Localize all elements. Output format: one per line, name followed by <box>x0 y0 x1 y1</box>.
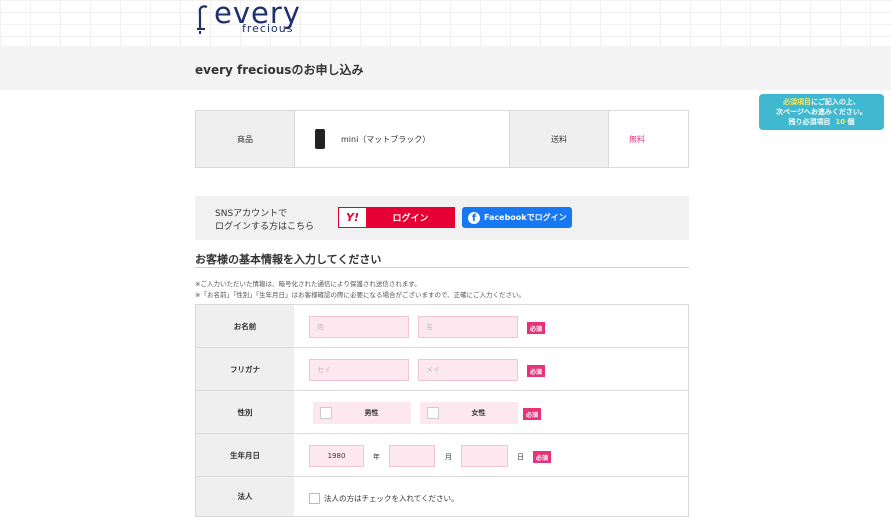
product-summary-table: 商品 mini（マットブラック） 送料 無料 <box>195 110 689 168</box>
month-unit: 月 <box>445 453 452 461</box>
required-badge: 必須 <box>527 322 546 334</box>
basic-info-form: お名前 姓 名 必須 フリガナ セイ メイ 必須 性別 男性 女性 必須 生年月… <box>195 304 689 517</box>
required-fields-notice: 必須項目にご記入の上、 次ページへお進みください。 残り必須項目 10 個 <box>759 94 884 130</box>
sns-login-box: SNSアカウントで ログインする方はこちら Y! ログイン f Facebook… <box>195 196 689 240</box>
notice-remaining-label: 残り必須項目 <box>788 118 831 126</box>
section-divider <box>195 267 689 268</box>
yahoo-login-button[interactable]: Y! ログイン <box>338 207 455 228</box>
brand-subname: frecious <box>242 22 294 35</box>
name-label: お名前 <box>196 305 294 347</box>
male-checkbox[interactable] <box>320 407 332 419</box>
product-header: 商品 <box>196 111 295 167</box>
product-thumbnail <box>315 129 325 149</box>
birth-month-select[interactable] <box>389 445 435 467</box>
female-label: 女性 <box>471 409 486 417</box>
gender-label: 性別 <box>196 391 294 433</box>
male-label: 男性 <box>364 409 379 417</box>
first-name-input[interactable]: 名 <box>418 316 518 338</box>
birth-day-select[interactable] <box>461 445 508 467</box>
gender-row: 性別 男性 女性 必須 <box>196 391 688 434</box>
last-name-input[interactable]: 姓 <box>309 316 409 338</box>
sns-login-text: SNSアカウントで ログインする方はこちら <box>215 209 315 232</box>
title-band <box>0 46 891 90</box>
site-header: every frecious <box>0 0 891 46</box>
birth-year-select[interactable]: 1980 <box>309 445 364 467</box>
birthday-label: 生年月日 <box>196 434 294 476</box>
kana-row: フリガナ セイ メイ 必須 <box>196 348 688 391</box>
gender-male-option[interactable]: 男性 <box>313 402 411 424</box>
notice-count-unit: 個 <box>847 118 855 126</box>
product-name: mini（マットブラック） <box>341 134 431 144</box>
product-cell: mini（マットブラック） <box>295 111 510 167</box>
last-name-kana-input[interactable]: セイ <box>309 359 409 381</box>
name-row: お名前 姓 名 必須 <box>196 305 688 348</box>
yahoo-logo-icon: Y! <box>339 208 366 227</box>
corporate-checkbox-label: 法人の方はチェックを入れてください。 <box>324 494 459 503</box>
facebook-icon: f <box>468 211 480 224</box>
corporate-row: 法人 法人の方はチェックを入れてください。 <box>196 477 688 517</box>
female-checkbox[interactable] <box>427 407 439 419</box>
section-title: お客様の基本情報を入力してください <box>195 253 382 266</box>
notice-line2: 次ページへお進みください。 <box>776 108 867 116</box>
gender-female-option[interactable]: 女性 <box>420 402 518 424</box>
corporate-label: 法人 <box>196 477 294 516</box>
birthday-row: 生年月日 1980 年 月 日 必須 <box>196 434 688 477</box>
first-name-kana-input[interactable]: メイ <box>418 359 518 381</box>
required-badge: 必須 <box>527 365 546 377</box>
year-unit: 年 <box>373 453 380 461</box>
required-badge: 必須 <box>533 451 552 463</box>
day-unit: 日 <box>517 453 524 461</box>
accuracy-note: ※「お名前」「性別」「生年月日」はお客様確認の際に必要になる場合がございますので… <box>195 291 526 299</box>
encryption-note: ※ご入力いただいた情報は、暗号化された通信により保護され送信されます。 <box>195 280 421 288</box>
facebook-login-button[interactable]: f Facebookでログイン <box>462 207 572 228</box>
required-badge: 必須 <box>523 408 542 420</box>
facebook-login-label: Facebookでログイン <box>484 213 567 222</box>
page-title: every freciousのお申し込み <box>195 63 364 77</box>
kana-label: フリガナ <box>196 348 294 390</box>
notice-required-highlight: 必須項目 <box>783 98 812 106</box>
yahoo-login-label: ログイン <box>392 214 429 224</box>
notice-line1: にご記入の上、 <box>811 98 860 106</box>
faucet-logo-icon <box>197 5 208 34</box>
notice-remaining-count: 10 <box>835 118 846 126</box>
shipping-header: 送料 <box>510 111 609 167</box>
shipping-value: 無料 <box>629 134 645 144</box>
corporate-checkbox[interactable] <box>309 493 320 504</box>
